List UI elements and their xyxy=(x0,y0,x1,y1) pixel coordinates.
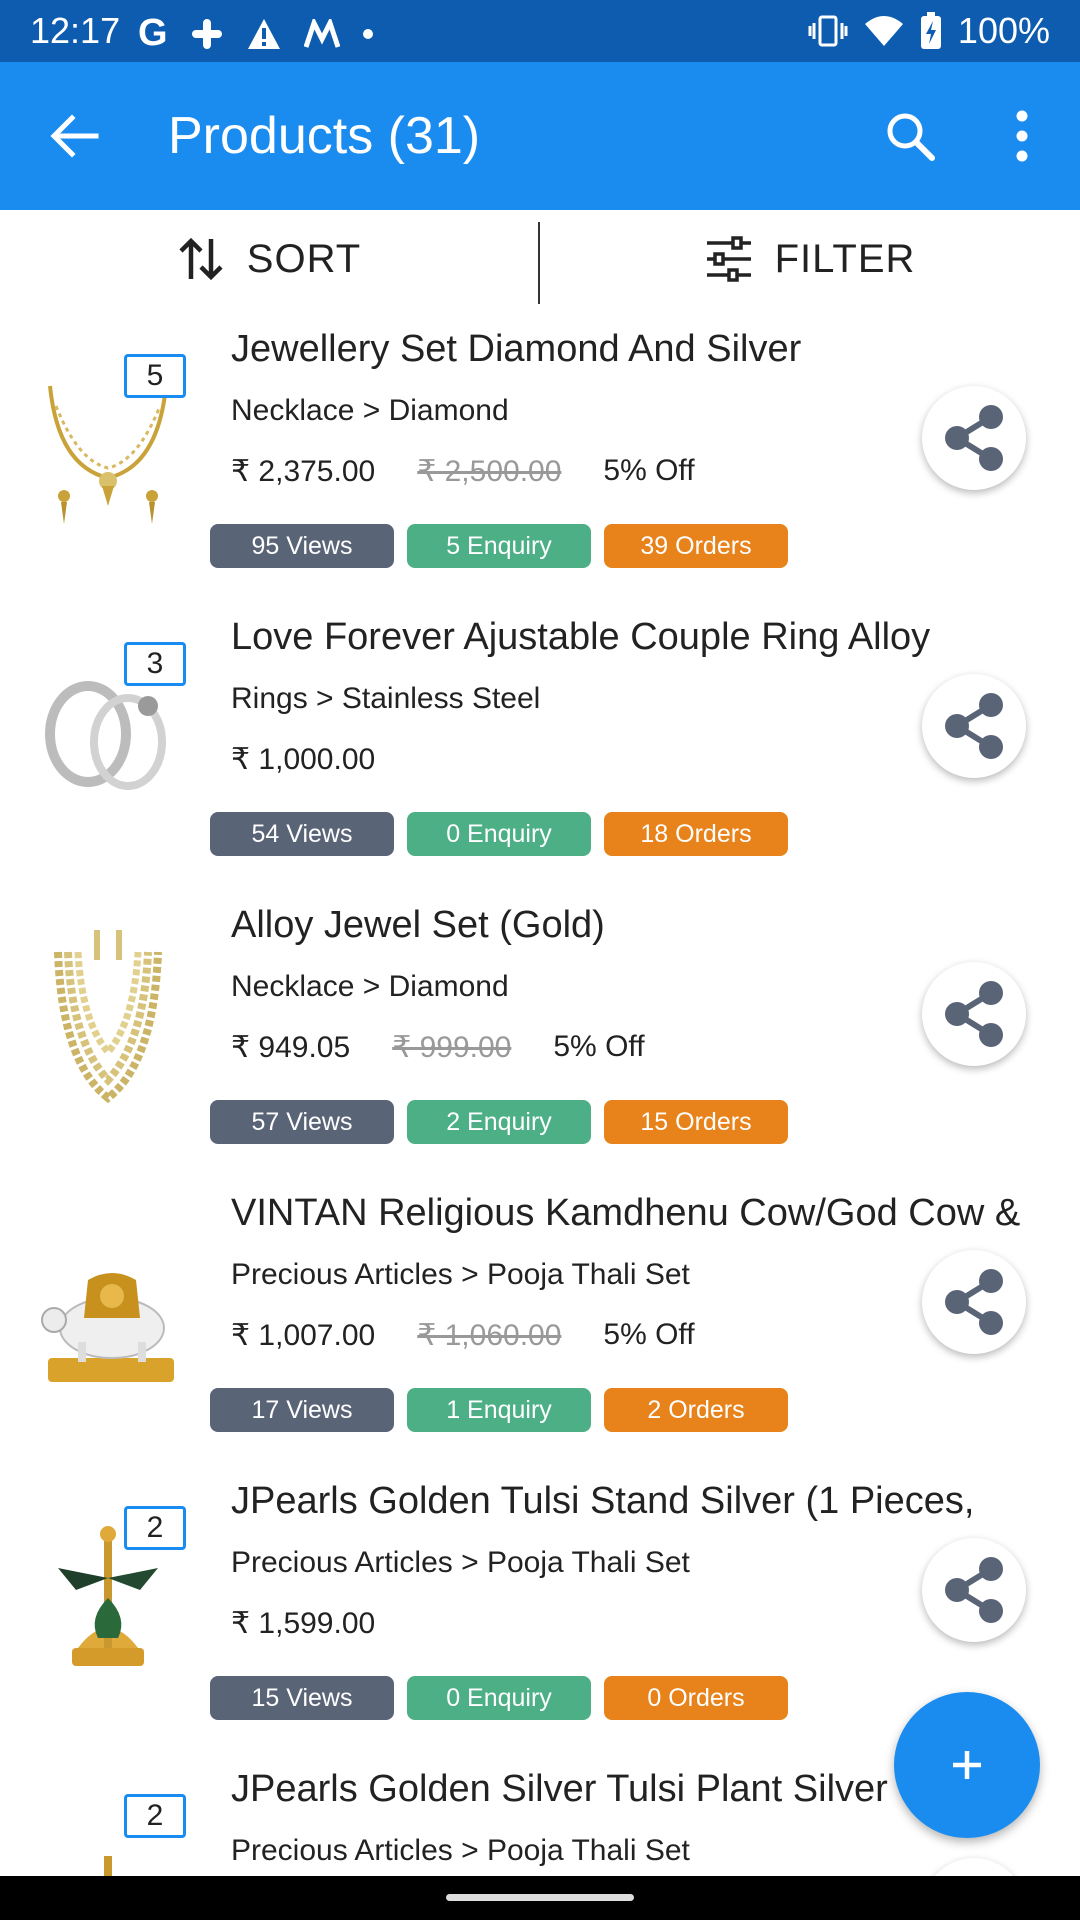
sort-filter-bar: SORT FILTER xyxy=(0,210,1080,308)
status-bar: 12:17 G 100% xyxy=(0,0,1080,62)
system-status: 100% xyxy=(808,10,1050,52)
product-category: Precious Articles > Pooja Thali Set xyxy=(231,1834,690,1867)
product-item[interactable]: 2 JPearls Golden Tulsi Stand Silver (1 P… xyxy=(0,1458,1080,1748)
share-button[interactable] xyxy=(922,386,1026,490)
wifi-icon xyxy=(864,16,903,46)
product-category: Necklace > Diamond xyxy=(231,394,509,427)
price-row: ₹ 1,007.00 ₹ 1,060.00 5% Off xyxy=(231,1318,695,1353)
product-category: Rings > Stainless Steel xyxy=(231,682,541,715)
sort-label: SORT xyxy=(246,236,362,281)
notification-icons: G xyxy=(138,12,374,55)
views-chip[interactable]: 15 Views xyxy=(210,1676,394,1720)
sort-button[interactable]: SORT xyxy=(0,210,538,308)
views-chip[interactable]: 54 Views xyxy=(210,812,394,856)
price-row: ₹ 1,000.00 xyxy=(231,742,375,777)
product-category: Precious Articles > Pooja Thali Set xyxy=(231,1546,690,1579)
product-price: ₹ 1,000.00 xyxy=(231,743,376,776)
product-image xyxy=(54,930,162,1104)
product-price: ₹ 1,599.00 xyxy=(231,1607,376,1640)
product-item[interactable]: 5 Jewellery Set Diamond And Silver Neckl… xyxy=(0,306,1080,596)
orders-chip[interactable]: 18 Orders xyxy=(604,812,788,856)
image-count-badge: 2 xyxy=(124,1794,186,1838)
image-count-badge: 5 xyxy=(124,354,186,398)
views-chip[interactable]: 57 Views xyxy=(210,1100,394,1144)
orders-chip[interactable]: 39 Orders xyxy=(604,524,788,568)
status-time: 12:17 xyxy=(30,10,121,51)
product-name: VINTAN Religious Kamdhenu Cow/God Cow & xyxy=(231,1192,1021,1234)
stats-chips: 17 Views 1 Enquiry 2 Orders xyxy=(210,1388,788,1432)
warning-icon xyxy=(247,18,280,49)
orders-chip[interactable]: 15 Orders xyxy=(604,1100,788,1144)
product-name: Alloy Jewel Set (Gold) xyxy=(231,904,605,946)
app-bar: Products (31) xyxy=(0,62,1080,210)
enquiry-chip[interactable]: 0 Enquiry xyxy=(407,812,591,856)
add-product-button[interactable] xyxy=(894,1692,1040,1838)
enquiry-chip[interactable]: 1 Enquiry xyxy=(407,1388,591,1432)
share-button[interactable] xyxy=(922,1538,1026,1642)
orders-chip[interactable]: 0 Orders xyxy=(604,1676,788,1720)
price-row: ₹ 949.05 ₹ 999.00 5% Off xyxy=(231,1030,645,1065)
sort-icon xyxy=(179,237,223,281)
product-item[interactable]: 3 Love Forever Ajustable Couple Ring All… xyxy=(0,594,1080,884)
slack-icon xyxy=(191,18,222,49)
product-mrp: ₹ 1,060.00 xyxy=(417,1319,562,1352)
price-row: ₹ 2,375.00 ₹ 2,500.00 5% Off xyxy=(231,454,695,489)
product-image xyxy=(41,1273,174,1382)
search-icon[interactable] xyxy=(884,110,936,162)
m-app-icon xyxy=(303,18,340,48)
home-handle[interactable] xyxy=(446,1894,634,1901)
share-button[interactable] xyxy=(922,1250,1026,1354)
back-arrow-icon[interactable] xyxy=(48,110,100,162)
views-chip[interactable]: 17 Views xyxy=(210,1388,394,1432)
battery-charging-icon xyxy=(920,12,941,49)
stats-chips: 57 Views 2 Enquiry 15 Orders xyxy=(210,1100,788,1144)
more-vert-icon[interactable] xyxy=(1000,108,1044,164)
add-icon xyxy=(953,1751,981,1779)
product-name: Love Forever Ajustable Couple Ring Alloy xyxy=(231,616,931,658)
share-button[interactable] xyxy=(922,674,1026,778)
enquiry-chip[interactable]: 5 Enquiry xyxy=(407,524,591,568)
battery-percent: 100% xyxy=(957,10,1050,51)
share-icon xyxy=(945,405,1003,471)
product-category: Necklace > Diamond xyxy=(231,970,509,1003)
filter-label: FILTER xyxy=(774,236,916,281)
product-discount: 5% Off xyxy=(603,454,695,487)
product-price: ₹ 2,375.00 xyxy=(231,455,376,488)
image-count-badge: 2 xyxy=(124,1506,186,1550)
dot-icon xyxy=(362,28,373,39)
product-mrp: ₹ 2,500.00 xyxy=(417,455,562,488)
product-category: Precious Articles > Pooja Thali Set xyxy=(231,1258,690,1291)
image-count-badge: 3 xyxy=(124,642,186,686)
product-price: ₹ 1,007.00 xyxy=(231,1319,376,1352)
system-nav-bar xyxy=(0,1876,1080,1920)
product-mrp: ₹ 999.00 xyxy=(392,1031,512,1064)
price-row: ₹ 1,599.00 xyxy=(231,1606,375,1641)
share-button[interactable] xyxy=(922,962,1026,1066)
filter-button[interactable]: FILTER xyxy=(540,210,1080,308)
vibrate-icon xyxy=(808,15,848,47)
stats-chips: 54 Views 0 Enquiry 18 Orders xyxy=(210,812,788,856)
product-name: JPearls Golden Tulsi Stand Silver (1 Pie… xyxy=(231,1480,975,1522)
google-icon: G xyxy=(138,12,168,54)
product-name: JPearls Golden Silver Tulsi Plant Silver xyxy=(231,1768,888,1810)
enquiry-chip[interactable]: 0 Enquiry xyxy=(407,1676,591,1720)
views-chip[interactable]: 95 Views xyxy=(210,524,394,568)
product-item[interactable]: Alloy Jewel Set (Gold) Necklace > Diamon… xyxy=(0,882,1080,1172)
product-price: ₹ 949.05 xyxy=(231,1031,351,1064)
product-item[interactable]: VINTAN Religious Kamdhenu Cow/God Cow & … xyxy=(0,1170,1080,1460)
stats-chips: 15 Views 0 Enquiry 0 Orders xyxy=(210,1676,788,1720)
product-discount: 5% Off xyxy=(553,1030,645,1063)
product-discount: 5% Off xyxy=(603,1318,695,1351)
share-icon xyxy=(945,1269,1003,1335)
share-icon xyxy=(945,693,1003,759)
orders-chip[interactable]: 2 Orders xyxy=(604,1388,788,1432)
filter-sliders-icon xyxy=(706,236,751,282)
page-title: Products (31) xyxy=(168,107,481,165)
share-icon xyxy=(945,1557,1003,1623)
product-name: Jewellery Set Diamond And Silver xyxy=(231,328,802,370)
stats-chips: 95 Views 5 Enquiry 39 Orders xyxy=(210,524,788,568)
share-icon xyxy=(945,981,1003,1047)
enquiry-chip[interactable]: 2 Enquiry xyxy=(407,1100,591,1144)
share-button[interactable] xyxy=(922,1858,1026,1876)
